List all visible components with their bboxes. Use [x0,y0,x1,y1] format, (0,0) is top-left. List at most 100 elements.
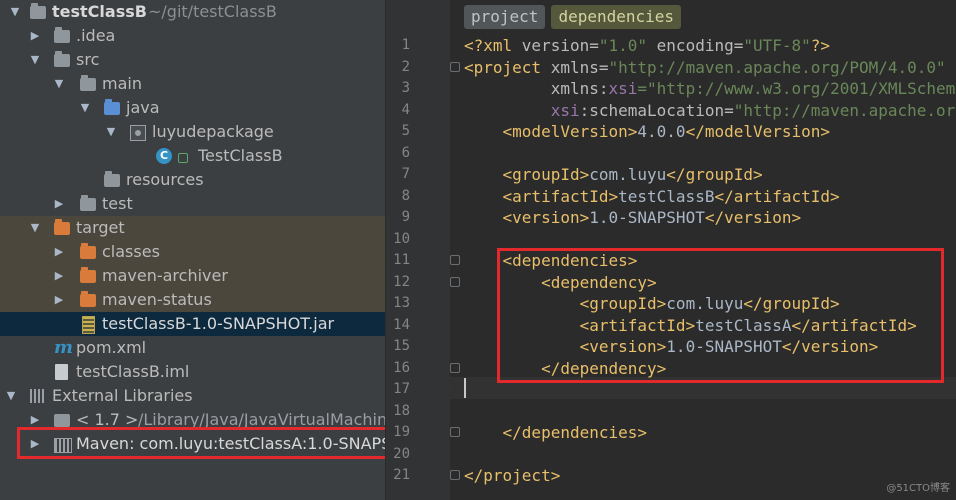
breadcrumb-project[interactable]: project [464,5,546,29]
xml-editor[interactable]: project dependencies 1 2 3 4 5 6 7 8 9 10… [386,0,956,500]
excluded-folder-icon [54,219,70,236]
tree-row-class[interactable]: C TestClassB [0,144,385,168]
tree-label: testClassB [52,2,147,21]
class-icon: C [156,148,172,164]
libraries-icon [30,388,46,404]
breadcrumb-dependencies[interactable]: dependencies [551,5,682,29]
fold-marker[interactable] [450,255,460,265]
project-tree-panel: ▼ testClassB ~/git/testClassB ▶ .idea ▼ … [0,0,385,500]
code-line-4: xsi:schemaLocation="http://maven.apache.… [550,100,956,120]
tree-label: External Libraries [52,386,193,405]
jar-icon [82,316,98,334]
excluded-folder-icon [80,267,96,284]
folder-icon [54,27,70,44]
line-number: 2 [401,58,410,75]
tree-label: test [102,194,133,213]
code-line-2: <project xmlns="http://maven.apache.org/… [464,57,946,77]
resources-folder-icon [104,171,120,188]
chevron-right-icon[interactable]: ▶ [52,240,66,264]
fold-marker[interactable] [450,427,460,437]
tree-row-idea[interactable]: ▶ .idea [0,24,385,48]
code-line-1: <?xml version="1.0" encoding="UTF-8"?> [464,36,831,55]
line-number: 6 [401,144,410,161]
fold-marker[interactable] [450,470,460,480]
chevron-down-icon[interactable]: ▼ [8,0,22,24]
chevron-down-icon[interactable]: ▼ [52,72,66,96]
line-number: 12 [393,273,410,290]
fold-marker[interactable] [450,62,460,72]
module-folder-icon [30,3,46,20]
tree-label: testClassB.iml [76,362,190,381]
tree-row-package[interactable]: ▼ luyudepackage [0,120,385,144]
tree-label: TestClassB [198,146,283,165]
tree-label: main [102,74,142,93]
tree-row-maven-status[interactable]: ▶ maven-status [0,288,385,312]
line-number: 3 [401,80,410,96]
line-number: 20 [393,445,410,462]
code-line-19: </dependencies> [464,423,648,442]
source-folder-icon [104,99,120,116]
tree-label: .idea [76,26,116,45]
breadcrumb: project dependencies [464,5,687,29]
highlight-box-dependencies [497,248,944,383]
maven-pom-icon: m [54,337,74,358]
tree-row-src[interactable]: ▼ src [0,48,385,72]
package-icon [130,124,146,141]
highlight-box-maven-library [17,427,385,459]
tree-row-main[interactable]: ▼ main [0,72,385,96]
tree-label: target [76,218,125,237]
line-number: 9 [401,209,410,225]
excluded-folder-icon [80,291,96,308]
chevron-down-icon[interactable]: ▼ [28,48,42,72]
code-line-9: <version>1.0-SNAPSHOT</version> [464,208,802,227]
chevron-right-icon[interactable]: ▶ [28,24,42,48]
line-number: 1 [401,37,410,53]
tree-path: ~/git/testClassB [148,2,277,21]
tree-row-jar[interactable]: testClassB-1.0-SNAPSHOT.jar [0,312,385,336]
chevron-right-icon[interactable]: ▶ [52,288,66,312]
code-line-21: </project> [464,466,561,485]
chevron-right-icon[interactable]: ▶ [52,192,66,216]
line-number: 4 [401,101,410,118]
tree-row-test[interactable]: ▶ test [0,192,385,216]
chevron-down-icon[interactable]: ▼ [104,120,118,144]
line-number: 8 [401,187,410,204]
tree-label: maven-status [102,290,212,309]
tree-row-classes[interactable]: ▶ classes [0,240,385,264]
tree-row-external-libraries[interactable]: ▼ External Libraries [0,384,385,408]
tree-row-target[interactable]: ▼ target [0,216,385,240]
folder-icon [80,195,96,212]
tree-row-root[interactable]: ▼ testClassB ~/git/testClassB [0,0,385,24]
tree-label: luyudepackage [152,122,274,141]
chevron-right-icon[interactable]: ▶ [52,264,66,288]
tree-row-iml[interactable]: testClassB.iml [0,360,385,384]
tree-label: src [76,50,100,69]
chevron-down-icon[interactable]: ▼ [4,384,18,408]
chevron-down-icon[interactable]: ▼ [28,216,42,240]
code-line-7: <groupId>com.luyu</groupId> [464,165,763,184]
tree-row-pom[interactable]: m pom.xml [0,336,385,360]
tree-label: resources [126,170,204,189]
text-caret [464,378,466,398]
sdk-icon [54,412,70,428]
code-line-5: <modelVersion>4.0.0</modelVersion> [464,122,831,141]
line-number: 18 [393,402,410,419]
code-line-3: xmlns:xsi="http://www.w3.org/2001/XMLSch… [464,79,956,98]
line-number: 16 [393,359,410,376]
fold-marker[interactable] [450,277,460,287]
fold-marker[interactable] [450,363,460,373]
tree-row-resources[interactable]: resources [0,168,385,192]
line-number: 21 [393,467,410,483]
line-number: 10 [393,230,410,247]
tree-label: java [126,98,160,117]
tree-row-maven-archiver[interactable]: ▶ maven-archiver [0,264,385,288]
line-number: 13 [393,295,410,311]
line-number: 19 [393,424,410,440]
chevron-down-icon[interactable]: ▼ [78,96,92,120]
watermark: @51CTO博客 [886,483,950,494]
tree-label: maven-archiver [102,266,228,285]
iml-file-icon [55,364,71,380]
folder-icon [54,51,70,68]
tree-row-java[interactable]: ▼ java [0,96,385,120]
excluded-folder-icon [80,243,96,260]
